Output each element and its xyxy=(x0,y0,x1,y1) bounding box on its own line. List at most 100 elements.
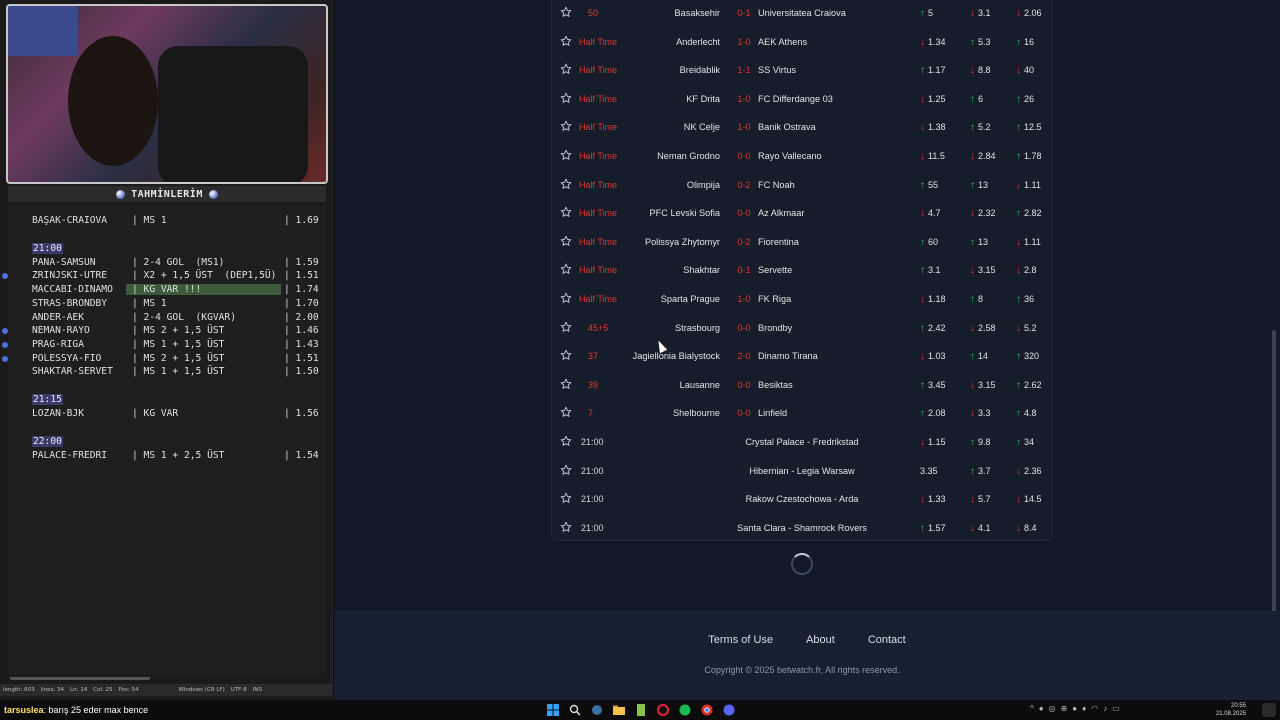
odd-draw[interactable]: ↓ 4.1 xyxy=(970,523,991,534)
odd-home[interactable]: ↓ 1.38 xyxy=(920,122,946,133)
odd-away[interactable]: ↓ 2.06 xyxy=(1016,8,1042,19)
favorite-star-icon[interactable] xyxy=(560,178,574,192)
odd-draw[interactable]: ↑ 13 xyxy=(970,180,988,191)
odd-home[interactable]: ↓ 4.7 xyxy=(920,208,941,219)
home-team[interactable]: Olimpija xyxy=(687,180,720,190)
odd-home[interactable]: ↓ 1.15 xyxy=(920,437,946,448)
home-team[interactable]: Basaksehir xyxy=(675,8,720,18)
odd-draw[interactable]: ↓ 3.1 xyxy=(970,8,991,19)
odd-away[interactable]: ↑ 320 xyxy=(1016,351,1039,362)
favorite-star-icon[interactable] xyxy=(560,349,574,363)
odd-away[interactable]: ↓ 5.2 xyxy=(1016,323,1037,334)
match-row[interactable]: 7 Shelbourne 0-0 Linfield ↑ 2.08 ↓ 3.3 ↑ 4.8 xyxy=(552,400,1052,428)
fixture-name[interactable]: Crystal Palace - Fredrikstad xyxy=(652,437,952,447)
home-team[interactable]: Strasbourg xyxy=(675,323,720,333)
home-team[interactable]: Jagiellonia Bialystock xyxy=(633,351,720,361)
odd-away[interactable]: ↑ 16 xyxy=(1016,37,1034,48)
battery-icon[interactable]: ▭ xyxy=(1112,704,1120,713)
match-row[interactable]: 39 Lausanne 0-0 Besiktas ↑ 3.45 ↓ 3.15 ↑ 2.62 xyxy=(552,372,1052,400)
home-team[interactable]: Shelbourne xyxy=(673,408,720,418)
match-row[interactable]: 21:00 Santa Clara - Shamrock Rovers ↑ 1.57 ↓… xyxy=(552,515,1052,543)
notification-icon[interactable] xyxy=(1262,703,1276,717)
favorite-star-icon[interactable] xyxy=(560,292,574,306)
favorite-star-icon[interactable] xyxy=(560,321,574,335)
match-row[interactable]: Half Time NK Celje 1-0 Banik Ostrava ↓ 1.38 ↑ 5… xyxy=(552,114,1052,142)
favorite-star-icon[interactable] xyxy=(560,235,574,249)
favorite-star-icon[interactable] xyxy=(560,35,574,49)
home-team[interactable]: Lausanne xyxy=(680,380,720,390)
match-row[interactable]: Half Time Shakhtar 0-1 Servette ↑ 3.1 ↓ 3.15 ↓ 2.… xyxy=(552,257,1052,285)
favorite-star-icon[interactable] xyxy=(560,120,574,134)
odd-home[interactable]: ↑ 3.1 xyxy=(920,265,941,276)
away-team[interactable]: Linfield xyxy=(758,408,787,418)
match-row[interactable]: Half Time Anderlecht 1-0 AEK Athens ↓ 1.34 ↑ 5.… xyxy=(552,29,1052,57)
odd-away[interactable]: ↑ 2.62 xyxy=(1016,380,1042,391)
favorite-star-icon[interactable] xyxy=(560,406,574,420)
odd-home[interactable]: 3.35 xyxy=(920,466,938,476)
match-row[interactable]: Half Time Olimpija 0-2 FC Noah ↑ 55 ↑ 13 ↓ 1.11 xyxy=(552,172,1052,200)
odd-draw[interactable]: ↓ 2.84 xyxy=(970,151,996,162)
away-team[interactable]: FK Riga xyxy=(758,294,791,304)
away-team[interactable]: FC Noah xyxy=(758,180,795,190)
odd-away[interactable]: ↑ 4.8 xyxy=(1016,408,1037,419)
odd-away[interactable]: ↓ 1.11 xyxy=(1016,237,1041,248)
away-team[interactable]: Universitatea Craiova xyxy=(758,8,846,18)
home-team[interactable]: Shakhtar xyxy=(683,265,720,275)
match-row[interactable]: Half Time PFC Levski Sofia 0-0 Az Alkmaar ↓ 4… xyxy=(552,200,1052,228)
taskbar-clock[interactable]: 20:55 21.08.2025 xyxy=(1216,702,1246,718)
fixture-name[interactable]: Hibernian - Legia Warsaw xyxy=(652,466,952,476)
match-row[interactable]: Half Time KF Drita 1-0 FC Differdange 03 ↓ 1.… xyxy=(552,86,1052,114)
odd-home[interactable]: ↑ 5 xyxy=(920,8,933,19)
discord-icon[interactable] xyxy=(721,702,737,718)
odd-draw[interactable]: ↑ 8 xyxy=(970,294,983,305)
home-team[interactable]: Breidablik xyxy=(680,65,720,75)
tray-app-icon[interactable]: ♦ xyxy=(1082,704,1086,713)
favorite-star-icon[interactable] xyxy=(560,492,574,506)
tray-app-icon[interactable]: ● xyxy=(1072,704,1077,713)
match-row[interactable]: Half Time Sparta Prague 1-0 FK Riga ↓ 1.18 ↑ 8 ↑… xyxy=(552,286,1052,314)
odd-away[interactable]: ↑ 12.5 xyxy=(1016,122,1042,133)
home-team[interactable]: Polissya Zhytomyr xyxy=(645,237,720,247)
favorite-star-icon[interactable] xyxy=(560,92,574,106)
about-link[interactable]: About xyxy=(806,634,835,646)
odd-home[interactable]: ↓ 1.03 xyxy=(920,351,946,362)
home-team[interactable]: KF Drita xyxy=(686,94,720,104)
notepad-icon[interactable] xyxy=(633,702,649,718)
favorite-star-icon[interactable] xyxy=(560,149,574,163)
odd-away[interactable]: ↑ 1.78 xyxy=(1016,151,1042,162)
odd-away[interactable]: ↓ 2.36 xyxy=(1016,466,1042,477)
favorite-star-icon[interactable] xyxy=(560,206,574,220)
opera-icon[interactable] xyxy=(655,702,671,718)
odd-home[interactable]: ↓ 1.25 xyxy=(920,94,946,105)
odd-home[interactable]: ↑ 2.42 xyxy=(920,323,946,334)
odd-away[interactable]: ↑ 2.82 xyxy=(1016,208,1042,219)
windows-start-icon[interactable] xyxy=(545,702,561,718)
odd-draw[interactable]: ↑ 3.7 xyxy=(970,466,991,477)
odd-home[interactable]: ↑ 1.57 xyxy=(920,523,946,534)
contact-link[interactable]: Contact xyxy=(868,634,906,646)
home-team[interactable]: NK Celje xyxy=(684,122,720,132)
odd-away[interactable]: ↑ 26 xyxy=(1016,94,1034,105)
match-row[interactable]: Half Time Neman Grodno 0-0 Rayo Vallecano ↓ 1… xyxy=(552,143,1052,171)
match-row[interactable]: 21:00 Hibernian - Legia Warsaw 3.35 ↑ 3.7 ↓ 2.… xyxy=(552,458,1052,486)
odd-draw[interactable]: ↓ 8.8 xyxy=(970,65,991,76)
away-team[interactable]: Besiktas xyxy=(758,380,793,390)
home-team[interactable]: PFC Levski Sofia xyxy=(650,208,720,218)
odd-away[interactable]: ↓ 14.5 xyxy=(1016,494,1042,505)
odd-home[interactable]: ↑ 55 xyxy=(920,180,938,191)
match-row[interactable]: 21:00 Crystal Palace - Fredrikstad ↓ 1.15 ↑ 9… xyxy=(552,429,1052,457)
tray-arrow-icon[interactable]: ^ xyxy=(1030,704,1034,713)
away-team[interactable]: Rayo Vallecano xyxy=(758,151,822,161)
favorite-star-icon[interactable] xyxy=(560,378,574,392)
odd-away[interactable]: ↓ 40 xyxy=(1016,65,1034,76)
odd-draw[interactable]: ↑ 13 xyxy=(970,237,988,248)
odd-away[interactable]: ↑ 34 xyxy=(1016,437,1034,448)
match-row[interactable]: 37 Jagiellonia Bialystock 2-0 Dinamo Tirana… xyxy=(552,343,1052,371)
odd-draw[interactable]: ↑ 9.8 xyxy=(970,437,991,448)
odd-away[interactable]: ↑ 36 xyxy=(1016,294,1034,305)
away-team[interactable]: SS Virtus xyxy=(758,65,796,75)
match-row[interactable]: 50 Basaksehir 0-1 Universitatea Craiova ↑ 5 ↓ 3… xyxy=(552,0,1052,28)
favorite-star-icon[interactable] xyxy=(560,263,574,277)
match-row[interactable]: Half Time Breidablik 1-1 SS Virtus ↑ 1.17 ↓ 8.8… xyxy=(552,57,1052,85)
odd-draw[interactable]: ↓ 3.15 xyxy=(970,380,996,391)
